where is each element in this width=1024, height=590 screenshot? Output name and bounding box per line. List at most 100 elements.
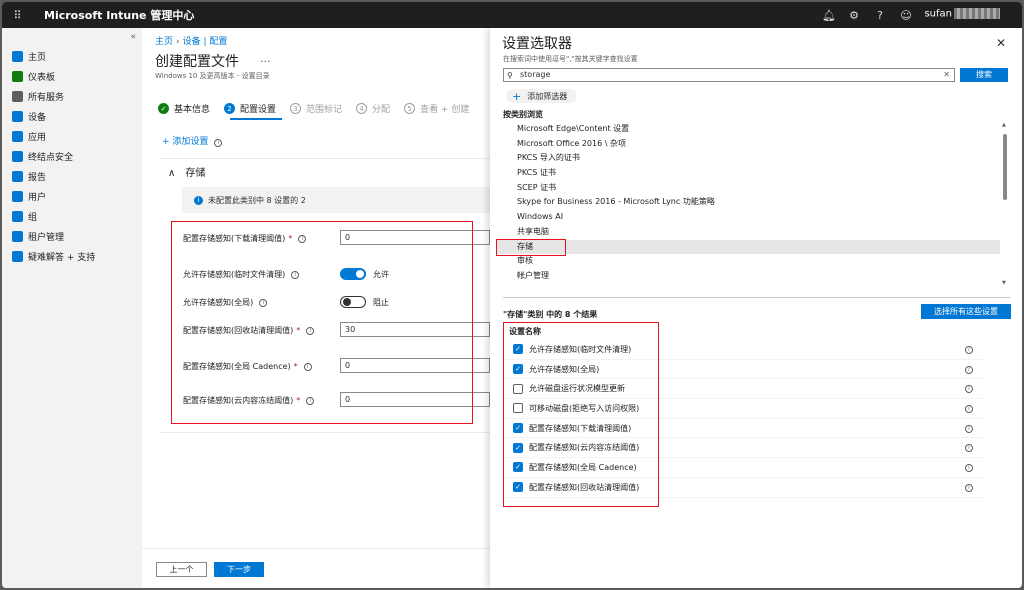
search-value: storage <box>520 70 551 79</box>
info-icon[interactable]: i <box>965 385 973 394</box>
sidebar-item[interactable]: 用户 <box>2 186 142 206</box>
troubleshoot-icon <box>12 250 23 262</box>
sidebar-item-label: 主页 <box>28 52 47 63</box>
settings-picker-panel: 设置选取器 ✕ 在搜索词中使用逗号","按其关键字查找设置 ⚲ storage … <box>490 28 1022 588</box>
scroll-thumb[interactable] <box>1003 134 1007 200</box>
category-item[interactable]: PKCS 证书 <box>496 166 1000 181</box>
wizard-step[interactable]: ✓ 基本信息 <box>158 102 210 115</box>
gear-icon[interactable]: ⚙ <box>848 9 860 22</box>
info-icon[interactable]: i <box>965 346 973 354</box>
step-label: 查看 + 创建 <box>420 105 470 115</box>
sidebar-item[interactable]: 应用 <box>2 126 142 146</box>
wizard-step[interactable]: 5 查看 + 创建 <box>404 102 469 115</box>
sidebar-item[interactable]: 疑难解答 + 支持 <box>2 246 142 266</box>
sidebar-item-label: 报告 <box>28 172 47 183</box>
breadcrumb: 主页 › 设备 | 配置 <box>155 34 227 47</box>
results-count-label: "存储"类别 中的 8 个结果 <box>503 310 598 319</box>
sidebar-item-label: 所有服务 <box>28 92 65 103</box>
sidebar: « 主页仪表板所有服务设备 应用终结点安全报告用户组租户管理 疑难解答 + 支持 <box>2 28 142 588</box>
category-item[interactable]: Windows AI <box>496 210 1000 225</box>
wizard-step[interactable]: 2 配置设置 <box>224 102 276 115</box>
collapse-sidebar-icon[interactable]: « <box>130 32 136 42</box>
category-item[interactable]: Skype for Business 2016 - Microsoft Lync… <box>496 195 1000 210</box>
sidebar-item[interactable]: 设备 <box>2 106 142 126</box>
sidebar-item[interactable]: 租户管理 <box>2 226 142 246</box>
category-item[interactable]: Microsoft Edge\Content 设置 <box>496 122 1000 137</box>
select-all-button[interactable]: 选择所有这些设置 <box>921 304 1011 319</box>
category-scrollbar[interactable]: ▲ ▼ <box>1002 122 1008 286</box>
category-item[interactable]: Microsoft Office 2016 \ 杂项 <box>496 137 1000 152</box>
info-icon[interactable]: i <box>965 405 973 414</box>
wizard-step[interactable]: 3 范围标记 <box>290 102 342 115</box>
waffle-icon[interactable]: ⠿ <box>2 9 32 22</box>
page-subtitle: Windows 10 及更高版本 - 设置目录 <box>155 72 270 80</box>
step-label: 基本信息 <box>174 105 211 115</box>
more-options-icon[interactable]: ... <box>260 52 271 65</box>
scroll-up-icon[interactable]: ▲ <box>1002 122 1006 128</box>
step-number: 3 <box>290 103 302 114</box>
step-label: 配置设置 <box>240 105 277 115</box>
category-list: Microsoft Edge\Content 设置 Microsoft Offic… <box>496 122 1000 286</box>
previous-button[interactable]: 上一个 <box>156 562 207 577</box>
redacted-email <box>954 8 1000 19</box>
next-button[interactable]: 下一步 <box>214 562 264 577</box>
app-window: ⠿ Microsoft Intune 管理中心 🔔︎ ⚙ ? ☺ sufan «… <box>2 2 1022 588</box>
clear-search-icon[interactable]: ✕ <box>943 69 950 81</box>
info-banner: i 未配置此类别中 8 设置的 2 <box>182 187 490 213</box>
scroll-down-icon[interactable]: ▼ <box>1002 280 1006 286</box>
section-storage-header[interactable]: ∧ 存储 <box>168 164 205 179</box>
active-step-underline <box>230 118 282 120</box>
add-filter-button[interactable]: + 添加筛选器 <box>506 89 578 103</box>
help-icon[interactable]: ? <box>874 9 886 22</box>
category-item[interactable]: 审核 <box>496 254 1000 269</box>
category-item[interactable]: 存储 <box>496 239 1000 255</box>
user-account[interactable]: sufan <box>924 8 1000 20</box>
sidebar-item[interactable]: 终结点安全 <box>2 146 142 166</box>
category-item[interactable]: PKCS 导入的证书 <box>496 151 1000 166</box>
sidebar-item-label: 终结点安全 <box>28 152 74 163</box>
category-item[interactable]: 帐户管理 <box>496 269 1000 284</box>
info-icon[interactable]: i <box>965 464 973 473</box>
info-icon[interactable]: i <box>965 483 973 492</box>
sidebar-item-label: 用户 <box>28 192 47 203</box>
info-icon[interactable]: i <box>965 444 973 453</box>
add-filter-label: 添加筛选器 <box>527 91 568 101</box>
sidebar-item[interactable]: 所有服务 <box>2 86 142 106</box>
breadcrumb-devices-config[interactable]: 设备 | 配置 <box>183 37 228 47</box>
top-icons: 🔔︎ ⚙ ? ☺ <box>822 2 912 28</box>
info-icon[interactable]: i <box>214 139 223 147</box>
main-content: 主页 › 设备 | 配置 创建配置文件 ... Windows 10 及更高版本 -… <box>142 28 490 588</box>
page-title: 创建配置文件 <box>155 54 239 70</box>
highlight-box <box>171 221 473 424</box>
bell-icon[interactable]: 🔔︎ <box>822 9 836 22</box>
info-icon[interactable]: i <box>965 365 973 374</box>
users-icon <box>12 190 23 202</box>
add-setting-link[interactable]: + 添加设置 i <box>162 134 223 147</box>
info-icon[interactable]: i <box>965 424 973 433</box>
info-banner-text: 未配置此类别中 8 设置的 2 <box>208 195 306 205</box>
sidebar-item[interactable]: 主页 <box>2 46 142 66</box>
step-label: 分配 <box>372 105 391 115</box>
chevron-up-icon: ∧ <box>168 168 176 179</box>
feedback-icon[interactable]: ☺ <box>900 9 912 22</box>
app-title[interactable]: Microsoft Intune 管理中心 <box>44 7 194 23</box>
search-input[interactable]: ⚲ storage ✕ <box>503 68 955 82</box>
sidebar-item[interactable]: 仪表板 <box>2 66 142 86</box>
reports-icon <box>12 170 23 182</box>
wizard-step[interactable]: 4 分配 <box>356 102 390 115</box>
category-item[interactable]: SCEP 证书 <box>496 181 1000 196</box>
endpoint-security-icon <box>12 150 23 162</box>
category-item[interactable]: 共享电脑 <box>496 225 1000 240</box>
highlight-box <box>503 322 659 507</box>
search-button[interactable]: 搜索 <box>960 68 1008 82</box>
add-setting-label: + 添加设置 <box>162 137 209 147</box>
sidebar-item[interactable]: 组 <box>2 206 142 226</box>
user-name: sufan <box>924 8 952 20</box>
step-number: 5 <box>404 103 416 114</box>
breadcrumb-home[interactable]: 主页 <box>155 37 173 47</box>
close-icon[interactable]: ✕ <box>996 36 1006 50</box>
sidebar-item[interactable]: 报告 <box>2 166 142 186</box>
section-title: 存储 <box>185 168 206 179</box>
highlight-box <box>496 239 566 256</box>
home-icon <box>12 50 23 62</box>
